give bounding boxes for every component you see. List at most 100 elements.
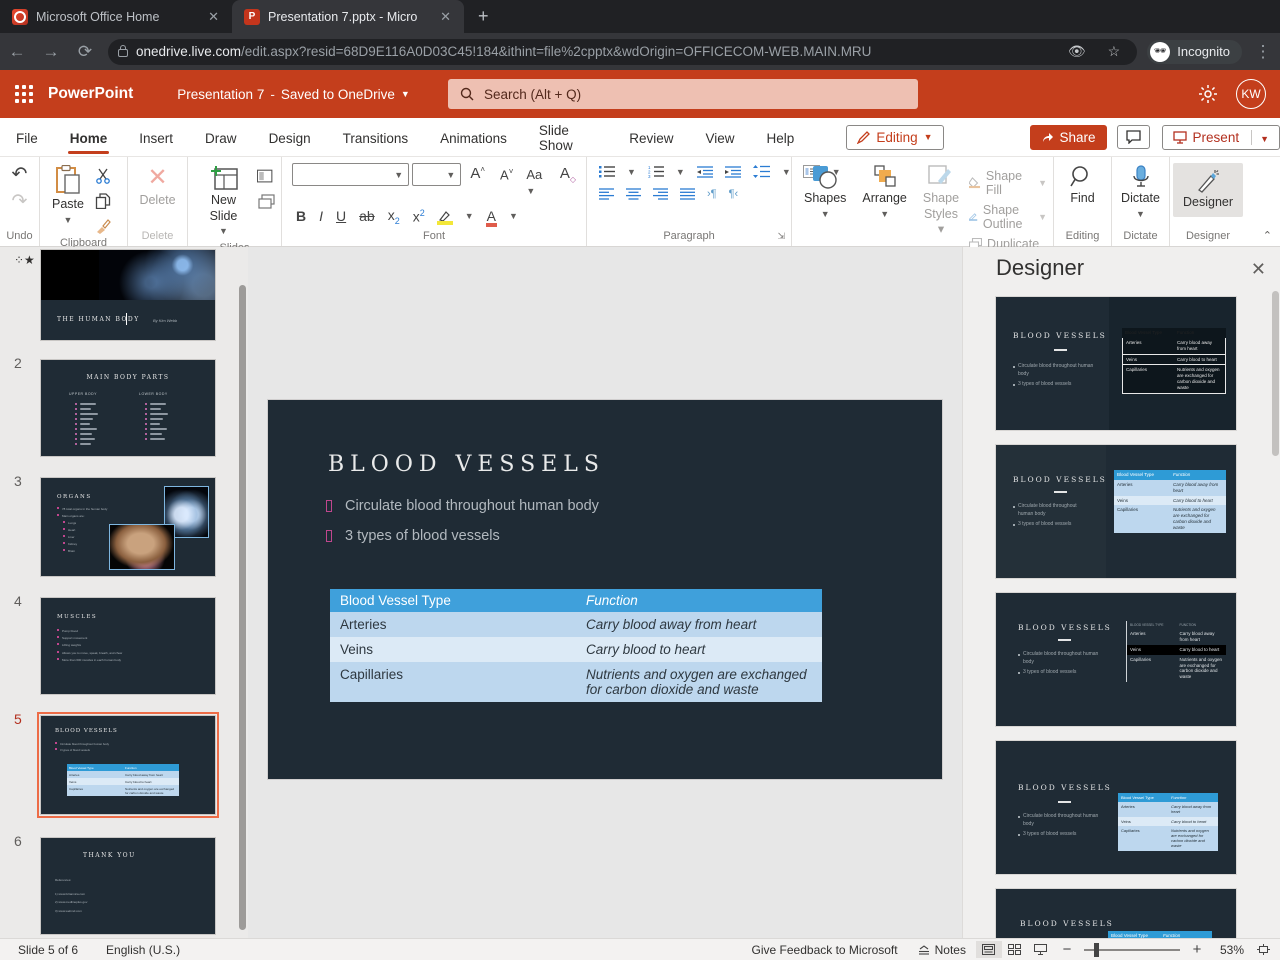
tab-close-icon[interactable]: ✕ bbox=[437, 9, 454, 25]
bold-button[interactable]: B bbox=[296, 208, 306, 224]
eye-blocked-icon[interactable]: 👁 bbox=[1061, 43, 1093, 60]
notes-toggle[interactable]: Notes bbox=[908, 943, 976, 957]
zoom-slider[interactable] bbox=[1083, 942, 1180, 957]
font-size-select[interactable]: ▼ bbox=[412, 163, 462, 186]
account-avatar[interactable]: KW bbox=[1236, 79, 1266, 109]
slide-thumbnail-5[interactable]: BLOOD VESSELS Circulate blood throughout… bbox=[37, 712, 219, 818]
designer-scrollbar[interactable] bbox=[1272, 291, 1279, 456]
copy-icon[interactable] bbox=[94, 192, 112, 210]
underline-button[interactable]: U bbox=[336, 208, 346, 224]
change-case-icon[interactable]: Aa ▼ bbox=[522, 163, 556, 197]
slide-table[interactable]: Blood Vessel Type Function Arteries Carry b… bbox=[330, 589, 822, 702]
browser-menu-icon[interactable]: ⋮ bbox=[1246, 42, 1280, 62]
zoom-out-button[interactable]: − bbox=[1054, 941, 1080, 958]
find-button[interactable]: Find bbox=[1064, 163, 1100, 209]
shrink-font-icon[interactable]: A˅ bbox=[494, 163, 519, 197]
font-color-dropdown-icon[interactable]: ▼ bbox=[509, 211, 518, 221]
share-button[interactable]: Share bbox=[1029, 124, 1107, 150]
search-box[interactable] bbox=[448, 79, 918, 109]
paragraph-dialog-launcher-icon[interactable]: ⇲ bbox=[777, 228, 785, 244]
tab-help[interactable]: Help bbox=[751, 121, 811, 154]
delete-button[interactable]: ✕ Delete bbox=[133, 163, 181, 211]
slide-thumbnail-1[interactable]: THE HUMAN BODY By Kim Webb bbox=[40, 249, 216, 341]
tab-review[interactable]: Review bbox=[613, 121, 689, 154]
italic-button[interactable]: I bbox=[319, 208, 323, 224]
fit-slide-button[interactable] bbox=[1254, 941, 1280, 958]
redo-icon[interactable]: ↷ bbox=[12, 190, 28, 213]
line-spacing-icon[interactable] bbox=[752, 165, 770, 178]
new-tab-button[interactable]: + bbox=[464, 6, 503, 33]
shape-fill-button[interactable]: Shape Fill ▼ bbox=[969, 169, 1047, 197]
designer-suggestion-1[interactable]: BLOOD VESSELS Circulate blood throughout… bbox=[996, 297, 1236, 430]
document-title[interactable]: Presentation 7 - Saved to OneDrive ▼ bbox=[177, 87, 410, 102]
slide-title[interactable]: BLOOD VESSELS bbox=[328, 452, 605, 477]
ltr-paragraph-icon[interactable]: ›¶ bbox=[707, 188, 717, 200]
superscript-button[interactable]: x2 bbox=[413, 208, 425, 225]
url-bar[interactable]: onedrive.live.com/edit.aspx?resid=68D9E1… bbox=[108, 38, 1138, 65]
bookmark-star-icon[interactable]: ☆ bbox=[1101, 43, 1128, 60]
app-launcher-icon[interactable] bbox=[0, 70, 48, 118]
app-name[interactable]: PowerPoint bbox=[48, 85, 133, 103]
designer-suggestion-5[interactable]: BLOOD VESSELS Blood Vessel TypeFunctionA… bbox=[996, 889, 1236, 938]
bullets-icon[interactable] bbox=[599, 165, 615, 178]
decrease-indent-icon[interactable] bbox=[696, 165, 713, 178]
tab-design[interactable]: Design bbox=[253, 121, 327, 154]
shape-styles-button[interactable]: Shape Styles ▾ bbox=[917, 163, 965, 240]
bullets-dropdown-icon[interactable]: ▼ bbox=[627, 167, 636, 177]
tab-file[interactable]: File bbox=[0, 121, 54, 154]
grow-font-icon[interactable]: A˄ bbox=[464, 163, 491, 197]
slideshow-view-button[interactable] bbox=[1028, 941, 1054, 958]
slide-thumbnail-2[interactable]: MAIN BODY PARTS UPPER BODY LOWER BODY bbox=[40, 359, 216, 457]
search-input[interactable] bbox=[484, 86, 906, 102]
designer-close-icon[interactable]: ✕ bbox=[1251, 259, 1266, 280]
highlight-dropdown-icon[interactable]: ▼ bbox=[465, 211, 474, 221]
thumbnail-scrollbar[interactable] bbox=[239, 285, 246, 930]
increase-indent-icon[interactable] bbox=[724, 165, 741, 178]
present-button[interactable]: Present ▼ bbox=[1161, 124, 1280, 150]
format-painter-icon[interactable] bbox=[94, 217, 112, 235]
slide-canvas[interactable]: BLOOD VESSELS Circulate blood throughout… bbox=[268, 400, 942, 779]
cut-icon[interactable] bbox=[94, 167, 112, 185]
slide-sorter-view-button[interactable] bbox=[1002, 941, 1028, 958]
tab-view[interactable]: View bbox=[690, 121, 751, 154]
numbering-dropdown-icon[interactable]: ▼ bbox=[676, 167, 685, 177]
font-color-button[interactable]: A bbox=[485, 208, 498, 228]
tab-transitions[interactable]: Transitions bbox=[327, 121, 425, 154]
collapse-ribbon-icon[interactable]: ⌃ bbox=[1263, 229, 1272, 242]
present-dropdown-icon[interactable]: ▼ bbox=[1251, 129, 1269, 145]
designer-button[interactable]: Designer bbox=[1172, 163, 1244, 217]
clear-formatting-icon[interactable]: A◇ bbox=[560, 163, 576, 197]
new-slide-button[interactable]: New Slide ▼ bbox=[194, 163, 253, 240]
slide-counter[interactable]: Slide 5 of 6 bbox=[18, 943, 78, 957]
slide-thumbnail-3[interactable]: ORGANS 78 total organs in the human body… bbox=[40, 477, 216, 577]
font-name-select[interactable]: ▼ bbox=[292, 163, 410, 186]
tab-draw[interactable]: Draw bbox=[189, 121, 253, 154]
reload-icon[interactable]: ⟳ bbox=[68, 42, 102, 62]
line-spacing-dropdown-icon[interactable]: ▼ bbox=[782, 167, 791, 177]
shape-outline-button[interactable]: Shape Outline ▼ bbox=[969, 203, 1047, 231]
shapes-button[interactable]: Shapes ▼ bbox=[798, 163, 852, 222]
tab-home[interactable]: Home bbox=[54, 121, 124, 154]
paste-button[interactable]: Paste ▼ bbox=[46, 163, 90, 228]
duplicate-slide-icon[interactable] bbox=[257, 192, 275, 210]
tab-animations[interactable]: Animations bbox=[424, 121, 523, 154]
back-icon[interactable]: ← bbox=[0, 42, 34, 62]
slide-thumbnail-6[interactable]: THANK YOU References: 1) www.britannica.… bbox=[40, 837, 216, 935]
browser-tab-office-home[interactable]: Microsoft Office Home ✕ bbox=[0, 0, 232, 33]
browser-tab-presentation[interactable]: P Presentation 7.pptx - Micro ✕ bbox=[232, 0, 464, 33]
zoom-level[interactable]: 53% bbox=[1210, 943, 1254, 957]
zoom-in-button[interactable]: + bbox=[1184, 941, 1210, 958]
feedback-link[interactable]: Give Feedback to Microsoft bbox=[742, 943, 908, 957]
designer-suggestion-4[interactable]: BLOOD VESSELS Circulate blood throughout… bbox=[996, 741, 1236, 874]
numbering-icon[interactable]: 123 bbox=[648, 165, 664, 178]
dictate-button[interactable]: Dictate ▼ bbox=[1115, 163, 1166, 222]
tab-slide-show[interactable]: Slide Show bbox=[523, 113, 613, 161]
align-right-icon[interactable] bbox=[653, 188, 668, 200]
forward-icon[interactable]: → bbox=[34, 42, 68, 62]
slide-thumbnail-4[interactable]: MUSCLES Pump blood Support movement Liftin… bbox=[40, 597, 216, 695]
arrange-button[interactable]: Arrange ▼ bbox=[856, 163, 912, 222]
language-selector[interactable]: English (U.S.) bbox=[106, 943, 180, 957]
editing-mode-button[interactable]: Editing ▼ bbox=[846, 124, 944, 150]
designer-suggestion-2[interactable]: BLOOD VESSELS Circulate blood throughout… bbox=[996, 445, 1236, 578]
slide-bullet-list[interactable]: Circulate blood throughout human body 3 … bbox=[326, 498, 599, 558]
